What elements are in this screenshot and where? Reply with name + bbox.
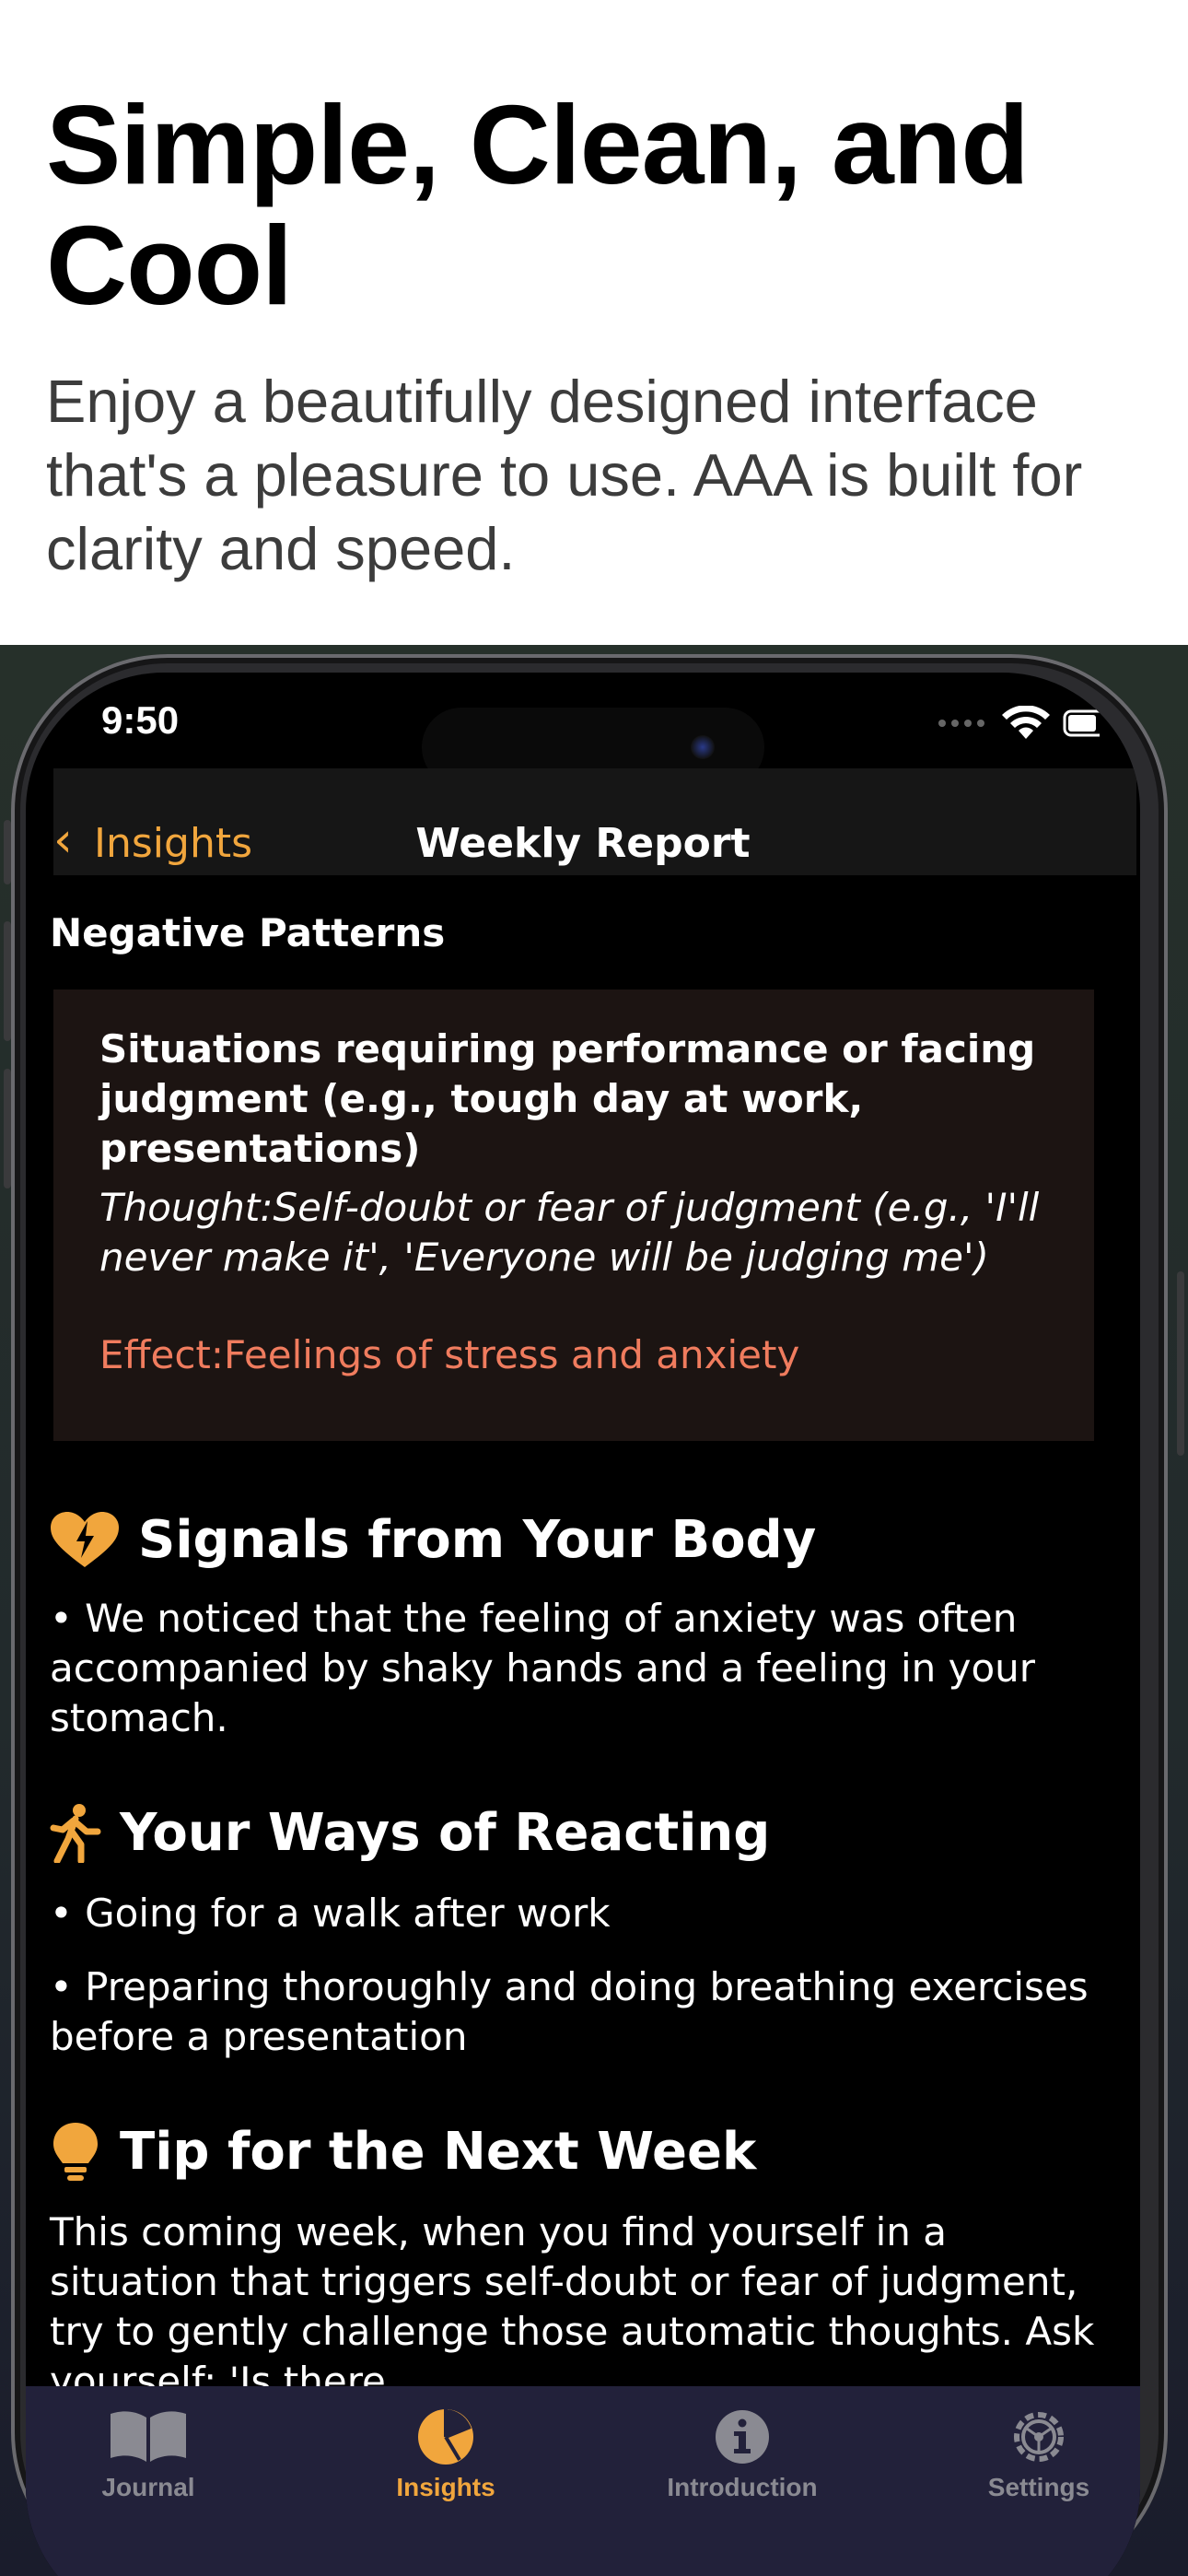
pattern-effect: Effect:Feelings of stress and anxiety	[99, 1332, 800, 1377]
phone-action-button	[4, 820, 11, 884]
body-signals-title: Signals from Your Body	[138, 1510, 817, 1570]
pie-chart-icon	[418, 2409, 473, 2465]
tab-introduction-label: Introduction	[667, 2473, 818, 2501]
hero-subtitle: Enjoy a beautifully designed interface t…	[46, 368, 1083, 582]
device-backdrop: 9:50 ‹ Insights Weekly Report Negative P…	[0, 645, 1188, 2576]
book-icon	[111, 2411, 186, 2462]
app-screen: 9:50 ‹ Insights Weekly Report Negative P…	[26, 673, 1140, 2576]
pattern-thought: Thought:Self-doubt or fear of judgment (…	[99, 1185, 1040, 1280]
tip-title: Tip for the Next Week	[120, 2122, 757, 2182]
status-time: 9:50	[101, 698, 180, 742]
negative-pattern-card: Situations requiring performance or faci…	[53, 989, 1094, 1441]
reacting-header: Your Ways of Reacting	[50, 1804, 770, 1863]
camera-icon	[691, 735, 715, 759]
negative-patterns-label: Negative Patterns	[50, 910, 446, 955]
phone-side-button	[1177, 1271, 1184, 1456]
info-icon	[716, 2410, 769, 2464]
lightbulb-icon	[50, 2123, 101, 2182]
tab-introduction[interactable]: Introduction	[650, 2406, 834, 2502]
tab-journal-label: Journal	[101, 2473, 195, 2501]
status-indicators	[938, 706, 1100, 741]
reacting-title: Your Ways of Reacting	[120, 1803, 771, 1863]
nav-title: Weekly Report	[415, 820, 751, 867]
gear-icon	[1014, 2412, 1064, 2462]
signal-dots-icon	[938, 720, 984, 727]
body-signals-header: Signals from Your Body	[50, 1511, 816, 1570]
hero-title: Simple, Clean, and Cool	[46, 82, 1030, 328]
body-signals-item: • We noticed that the feeling of anxiety…	[50, 1596, 1036, 1740]
phone-volume-down-button	[4, 1069, 11, 1188]
heart-bolt-icon	[50, 1511, 120, 1570]
tab-settings-label: Settings	[987, 2473, 1090, 2501]
wifi-icon	[1002, 706, 1050, 739]
reacting-item-prepare: • Preparing thoroughly and doing breathi…	[50, 1964, 1089, 2059]
tab-journal[interactable]: Journal	[56, 2406, 240, 2502]
tab-settings[interactable]: Settings	[947, 2406, 1131, 2502]
walking-figure-icon	[50, 1804, 101, 1863]
tip-header: Tip for the Next Week	[50, 2123, 756, 2182]
pattern-situation: Situations requiring performance or faci…	[99, 1026, 1036, 1171]
battery-icon	[1063, 709, 1100, 737]
phone-volume-up-button	[4, 921, 11, 1041]
hero-section: Simple, Clean, and Cool Enjoy a beautifu…	[0, 0, 1188, 645]
tab-insights-label: Insights	[396, 2473, 495, 2501]
tab-insights[interactable]: Insights	[354, 2406, 538, 2502]
reacting-item-walk: • Going for a walk after work	[50, 1891, 611, 1936]
tip-text: This coming week, when you find yourself…	[50, 2209, 1095, 2404]
tab-bar: Journal Insights Introduction Settings	[26, 2386, 1140, 2576]
